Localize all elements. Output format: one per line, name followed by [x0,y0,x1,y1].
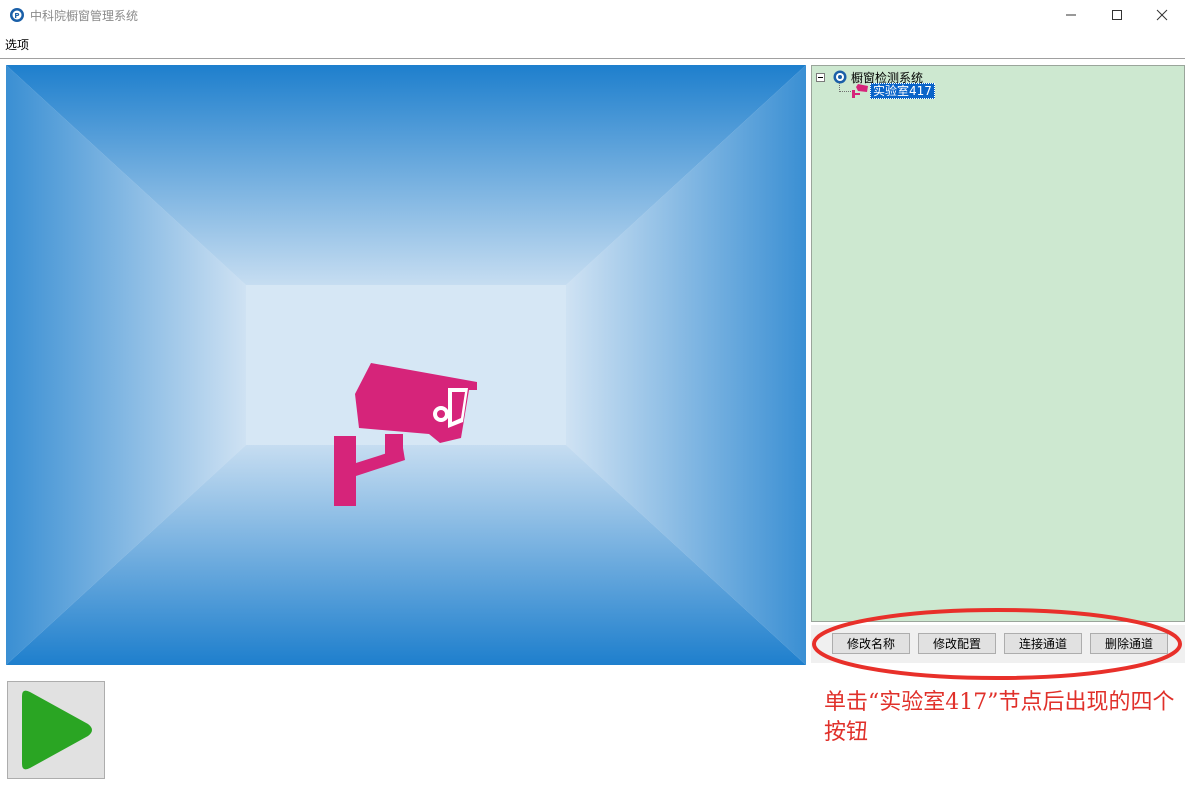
tree-connector [839,91,851,92]
minimize-icon [1066,14,1076,16]
play-button[interactable] [7,681,105,779]
close-button[interactable] [1139,0,1185,30]
camera-icon [852,84,868,98]
close-icon [1156,9,1168,21]
delete-channel-button[interactable]: 删除通道 [1090,633,1168,654]
tree-node-label: 实验室417 [870,83,935,99]
channel-button-bar: 修改名称 修改配置 连接通道 删除通道 [811,625,1185,663]
video-panel [6,65,806,665]
tree-node-lab417[interactable]: 实验室417 [852,83,935,99]
maximize-icon [1112,10,1122,20]
maximize-button[interactable] [1094,0,1140,30]
window-title: 中科院橱窗管理系统 [30,9,139,23]
annotation-text: 单击“实验室417”节点后出现的四个按钮 [824,690,1175,745]
security-camera-icon [334,363,477,506]
system-logo-icon [833,70,847,84]
title-bar: P 中科院橱窗管理系统 [0,0,1185,30]
device-tree: 橱窗检测系统 实验室417 [811,65,1185,622]
play-icon [22,690,92,770]
menu-options[interactable]: 选项 [5,36,29,53]
edit-config-button[interactable]: 修改配置 [918,633,996,654]
rename-button[interactable]: 修改名称 [832,633,910,654]
menu-bar: 选项 [0,32,1185,54]
minimize-button[interactable] [1048,0,1094,30]
menu-separator [0,58,1185,59]
app-logo-icon: P [10,8,24,22]
svg-text:P: P [14,12,19,20]
collapse-toggle-icon[interactable] [816,72,825,82]
connect-channel-button[interactable]: 连接通道 [1004,633,1082,654]
